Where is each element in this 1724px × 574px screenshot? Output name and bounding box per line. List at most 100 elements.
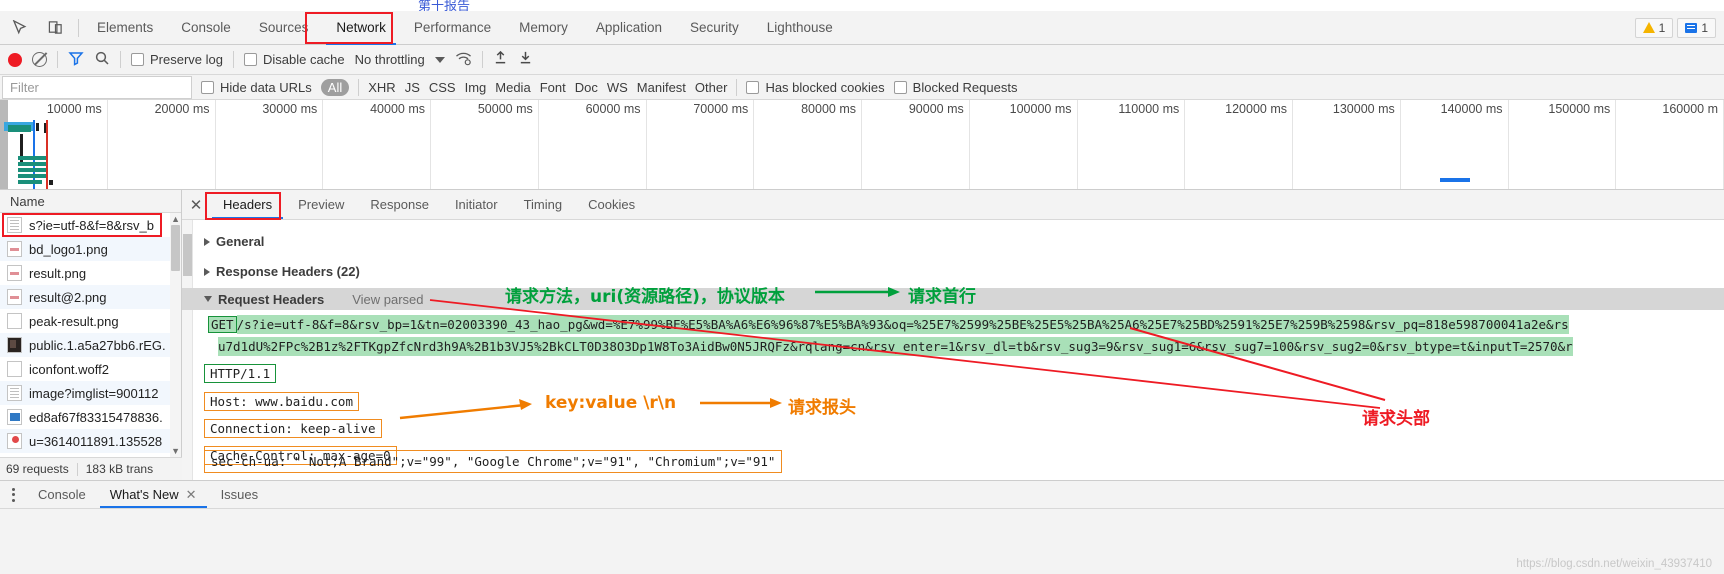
filter-type-css[interactable]: CSS — [429, 80, 456, 95]
request-row[interactable]: result.png — [0, 261, 181, 285]
tab-console[interactable]: Console — [167, 11, 245, 45]
has-blocked-cookies-checkbox[interactable]: Has blocked cookies — [746, 80, 885, 95]
overview-bar — [18, 180, 42, 184]
request-url-line2: u7d1dU%2FPc%2B1z%2FTKgpZfcNrd3h9A%2B1b3V… — [218, 337, 1573, 356]
throttling-select[interactable]: No throttling — [355, 52, 425, 67]
request-details-panel: ✕ Headers Preview Response Initiator Tim… — [182, 190, 1724, 480]
request-list-scrollbar[interactable]: ▲ ▼ — [170, 213, 181, 457]
annotation-request-head-cn: 请求头部 — [1362, 409, 1430, 429]
blank-favicon — [7, 361, 22, 377]
request-list-header[interactable]: Name — [0, 190, 181, 213]
timeline-tick: 70000 ms — [647, 100, 755, 189]
warning-count: 1 — [1658, 20, 1666, 35]
drawer-tab-console[interactable]: Console — [26, 481, 98, 508]
clear-icon[interactable] — [32, 52, 47, 67]
section-label: Request Headers — [218, 291, 325, 307]
tab-response[interactable]: Response — [357, 190, 442, 219]
message-badge[interactable]: 1 — [1677, 17, 1716, 38]
filter-type-js[interactable]: JS — [405, 80, 420, 95]
filter-type-other[interactable]: Other — [695, 80, 728, 95]
request-url-line1: /s?ie=utf-8&f=8&rsv_bp=1&tn=02003390_43_… — [236, 315, 1569, 334]
request-row[interactable]: ed8af67f83315478836. — [0, 405, 181, 429]
request-rows[interactable]: s?ie=utf-8&f=8&rsv_b bd_logo1.png result.p… — [0, 213, 181, 457]
hide-data-urls-checkbox[interactable]: Hide data URLs — [201, 80, 312, 95]
footer-transferred-size: 183 kB trans — [85, 462, 154, 476]
request-row[interactable]: result@2.png — [0, 285, 181, 309]
network-overview-timeline[interactable]: 10000 ms 20000 ms 30000 ms 40000 ms 50000 ms… — [0, 100, 1724, 190]
request-row[interactable]: peak-result.png — [0, 309, 181, 333]
warning-badge[interactable]: 1 — [1634, 17, 1674, 38]
network-conditions-icon[interactable] — [455, 51, 472, 69]
http-protocol-version: HTTP/1.1 — [204, 364, 277, 383]
chevron-down-icon[interactable] — [434, 56, 445, 63]
close-icon[interactable]: ✕ — [182, 190, 210, 219]
request-row[interactable]: bd_logo1.png — [0, 237, 181, 261]
timeline-tick-label: 10000 ms — [46, 102, 102, 116]
disable-cache-label: Disable cache — [262, 52, 345, 67]
tab-label: Performance — [413, 20, 492, 35]
request-row[interactable]: s?ie=utf-8&f=8&rsv_b — [0, 213, 181, 237]
filter-type-ws[interactable]: WS — [607, 80, 628, 95]
scroll-up-arrow-icon[interactable]: ▲ — [171, 214, 180, 224]
device-toolbar-icon[interactable] — [42, 15, 68, 41]
close-icon[interactable]: ✕ — [186, 487, 197, 503]
warning-icon — [1642, 22, 1655, 33]
section-general[interactable]: General — [182, 234, 264, 249]
import-har-icon[interactable] — [493, 50, 508, 69]
request-name: s?ie=utf-8&f=8&rsv_b — [29, 217, 155, 233]
tab-label: Network — [336, 20, 386, 35]
scroll-down-arrow-icon[interactable]: ▼ — [171, 446, 180, 456]
filter-type-font[interactable]: Font — [540, 80, 566, 95]
chevron-right-icon — [204, 237, 210, 246]
tab-lighthouse[interactable]: Lighthouse — [753, 11, 847, 45]
request-row[interactable]: public.1.a5a27bb6.rEG. — [0, 333, 181, 357]
divider — [358, 78, 360, 96]
tab-elements[interactable]: Elements — [83, 11, 167, 45]
view-parsed-link[interactable]: View parsed — [352, 292, 423, 307]
request-row[interactable]: u=3614011891.135528 — [0, 429, 181, 453]
filter-type-manifest[interactable]: Manifest — [637, 80, 686, 95]
drawer-tab-whats-new[interactable]: What's New ✕ — [98, 481, 209, 508]
header-sec-ch-ua: sec-ch-ua: " Not;A Brand";v="99", "Googl… — [204, 450, 783, 473]
tab-timing[interactable]: Timing — [511, 190, 576, 219]
disable-cache-checkbox[interactable]: Disable cache — [243, 52, 345, 67]
record-icon[interactable] — [8, 52, 22, 67]
more-options-icon[interactable] — [0, 481, 26, 508]
tab-cookies[interactable]: Cookies — [575, 190, 648, 219]
export-har-icon[interactable] — [518, 50, 533, 69]
filter-type-xhr[interactable]: XHR — [368, 80, 395, 95]
filter-type-doc[interactable]: Doc — [575, 80, 598, 95]
blue-favicon — [7, 409, 22, 425]
scrollbar-thumb[interactable] — [171, 225, 180, 271]
request-line-method-url: GET/s?ie=utf-8&f=8&rsv_bp=1&tn=02003390_… — [208, 315, 1569, 334]
filter-type-all[interactable]: All — [320, 78, 350, 96]
details-scrollbar[interactable] — [182, 220, 193, 480]
tab-label: Cookies — [588, 197, 636, 212]
timeline-tick-label: 20000 ms — [154, 102, 210, 116]
tab-network[interactable]: Network — [322, 11, 400, 45]
tab-headers[interactable]: Headers — [210, 190, 285, 219]
preserve-log-checkbox[interactable]: Preserve log — [131, 52, 223, 67]
overview-bar — [18, 156, 46, 160]
tab-initiator[interactable]: Initiator — [442, 190, 511, 219]
tab-preview[interactable]: Preview — [285, 190, 357, 219]
filter-icon[interactable] — [68, 50, 84, 69]
tab-security[interactable]: Security — [676, 11, 753, 45]
tab-performance[interactable]: Performance — [400, 11, 505, 45]
inspect-element-icon[interactable] — [6, 15, 32, 41]
request-row[interactable]: image?imglist=900112 — [0, 381, 181, 405]
tab-label: Sources — [258, 20, 309, 35]
blocked-requests-checkbox[interactable]: Blocked Requests — [893, 80, 1017, 95]
filter-input[interactable]: Filter — [2, 75, 192, 99]
section-response-headers[interactable]: Response Headers (22) — [182, 264, 360, 279]
filter-type-img[interactable]: Img — [465, 80, 487, 95]
tab-sources[interactable]: Sources — [245, 11, 323, 45]
tab-application[interactable]: Application — [582, 11, 676, 45]
drawer-tab-issues[interactable]: Issues — [209, 481, 271, 508]
preserve-log-label: Preserve log — [150, 52, 223, 67]
filter-type-media[interactable]: Media — [495, 80, 530, 95]
request-row[interactable]: iconfont.woff2 — [0, 357, 181, 381]
tab-memory[interactable]: Memory — [505, 11, 582, 45]
search-icon[interactable] — [94, 50, 110, 69]
details-tab-bar: ✕ Headers Preview Response Initiator Tim… — [182, 190, 1724, 220]
